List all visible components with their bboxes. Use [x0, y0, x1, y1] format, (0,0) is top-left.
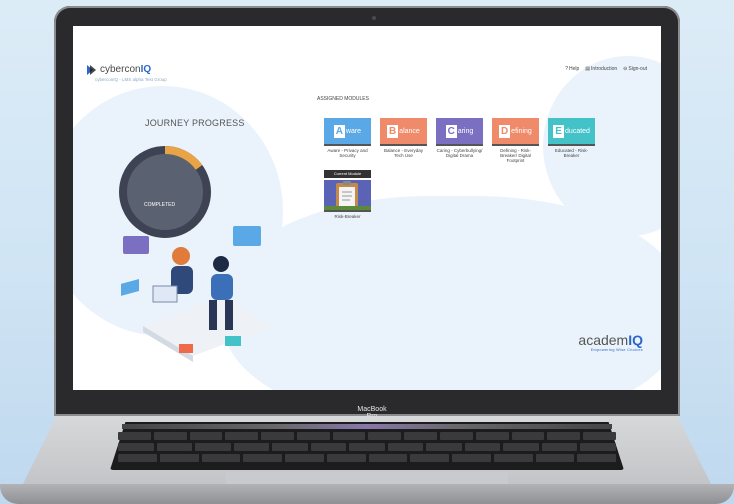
help-icon: ? [565, 66, 568, 72]
completed-status: COMPLETED [144, 202, 176, 208]
module-caring[interactable]: Caring Caring - Cyberbullying/ Digital D… [436, 118, 483, 158]
module-balance[interactable]: Balance Balance - Everyday Tech Use [380, 118, 427, 158]
module-initial: B [387, 124, 399, 138]
logo-arrow-icon [87, 64, 96, 75]
camera-icon [372, 16, 376, 20]
logo-text: cyberconIQ [100, 64, 152, 75]
module-initial: C [445, 124, 457, 138]
module-defining[interactable]: Defining Defining - Risk-Breaker/ Digita… [492, 118, 539, 163]
clipboard-icon [324, 181, 371, 210]
key-row [118, 443, 616, 451]
module-aware[interactable]: Aware Aware - Privacy and Security [324, 118, 371, 158]
book-icon: ▤ [585, 66, 591, 72]
module-initial: D [499, 124, 511, 138]
laptop-front-edge [0, 484, 734, 504]
journey-illustration [121, 226, 273, 362]
academiq-logo: academIQ Empowering Wise Choices [578, 332, 643, 352]
module-tile[interactable]: Aware [324, 118, 371, 146]
introduction-link[interactable]: ▤ Introduction [585, 66, 617, 72]
app-screen: cyberconIQ cyberconIQ - LMS alpha Test G… [73, 26, 661, 390]
touch-bar [122, 424, 612, 429]
current-module-tag: Current Module [324, 170, 371, 178]
module-tile[interactable]: Defining [492, 118, 539, 146]
signout-icon: ⊖ [623, 66, 628, 72]
module-initial: E [553, 124, 565, 138]
module-educated[interactable]: Educated Educated - Risk-Breaker [548, 118, 595, 158]
module-label: Defining - Risk-Breaker/ Digital Footpri… [500, 148, 531, 163]
key-row [118, 454, 616, 462]
module-tile[interactable]: Balance [380, 118, 427, 146]
help-link[interactable]: ? Help [565, 66, 579, 72]
module-tile[interactable]: Caring [436, 118, 483, 146]
top-nav: ? Help ▤ Introduction ⊖ Sign-out [565, 66, 647, 72]
key-row [118, 432, 616, 440]
trackpad [226, 472, 508, 484]
module-label: Balance - Everyday Tech Use [383, 148, 424, 158]
cyberconiq-logo[interactable]: cyberconIQ [87, 64, 151, 75]
module-label: Educated - Risk-Breaker [554, 148, 589, 158]
laptop-base [0, 416, 734, 504]
risk-breaker-label: Risk-Breaker [334, 214, 361, 219]
risk-breaker-tile[interactable] [324, 180, 371, 212]
academiq-tagline: Empowering Wise Choices [590, 348, 643, 352]
group-subtitle: cyberconIQ - LMS alpha Test Group [95, 77, 167, 82]
academiq-wordmark: academIQ [578, 332, 643, 348]
assigned-modules-heading: ASSIGNED MODULES [317, 96, 369, 102]
module-label: Aware - Privacy and Security [327, 148, 368, 158]
module-tile[interactable]: Educated [548, 118, 595, 146]
journey-title: JOURNEY PROGRESS [145, 118, 245, 128]
module-label: Caring - Cyberbullying/ Digital Drama [436, 148, 483, 158]
signout-link[interactable]: ⊖ Sign-out [623, 66, 647, 72]
module-initial: A [333, 124, 345, 138]
